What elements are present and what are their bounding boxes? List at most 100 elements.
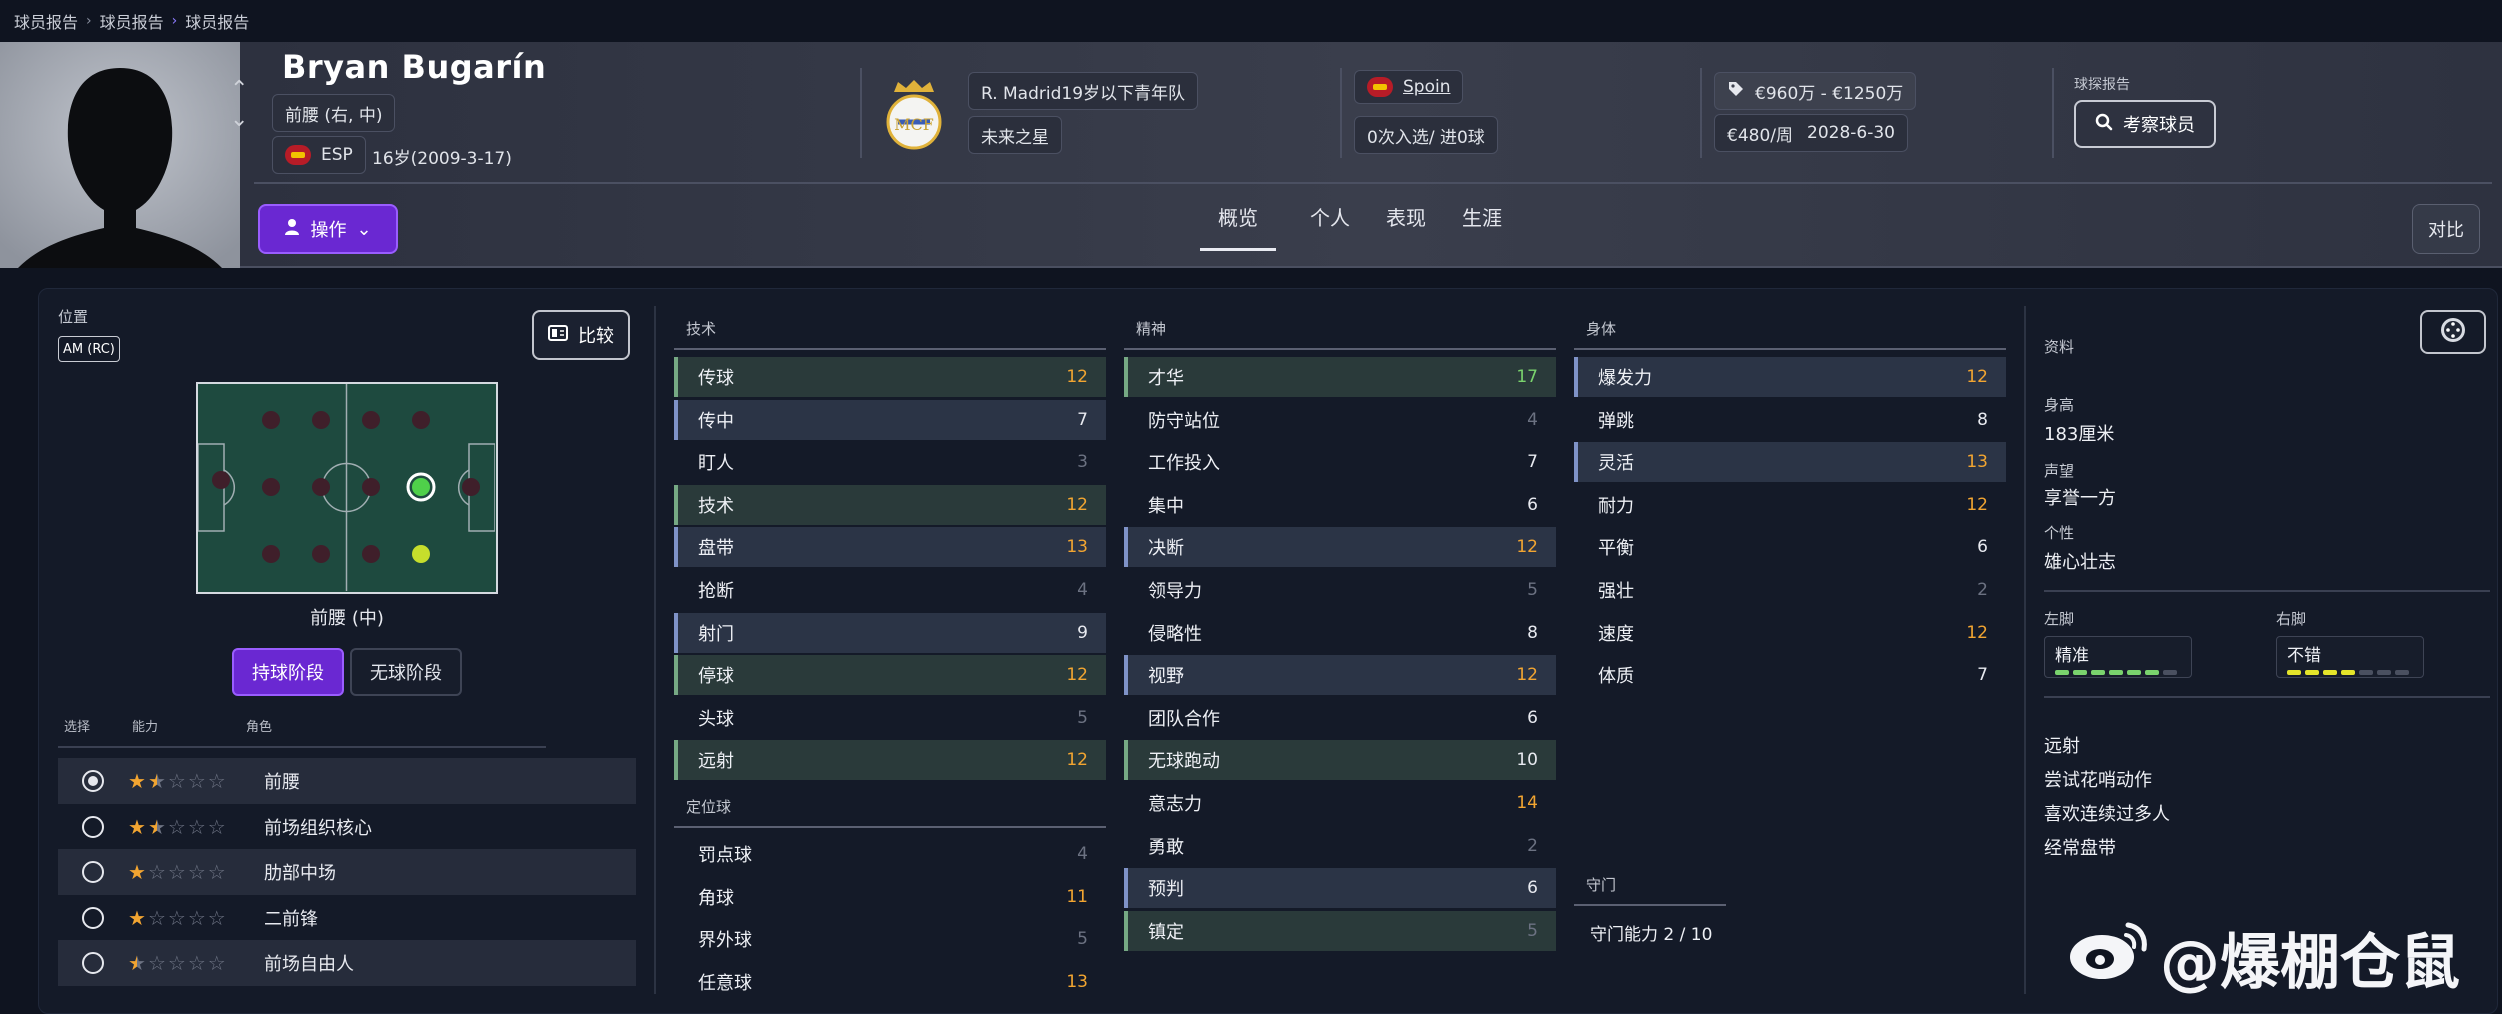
attribute-name: 远射 xyxy=(698,751,734,773)
club-chip[interactable]: R. Madrid19岁以下青年队 xyxy=(968,72,1199,110)
attribute-row[interactable]: 勇敢 2 xyxy=(1124,826,1556,866)
attribute-value: 6 xyxy=(1527,707,1538,728)
star-icon: ★ xyxy=(128,860,146,884)
action-button[interactable]: 操作 ⌄ xyxy=(258,204,398,254)
scout-button[interactable]: 考察球员 xyxy=(2074,100,2216,148)
breadcrumb-item[interactable]: 球员报告 xyxy=(185,9,249,33)
role-compare-button[interactable]: 比较 xyxy=(532,310,630,360)
meter-segment xyxy=(2091,670,2105,675)
chevron-down-icon: ⌄ xyxy=(356,218,372,240)
star-icon: ☆ xyxy=(167,860,186,884)
attribute-value: 10 xyxy=(1516,750,1538,771)
breadcrumb-item[interactable]: 球员报告 xyxy=(100,9,164,33)
trait-item: 远射 xyxy=(2044,736,2080,757)
role-radio[interactable] xyxy=(82,770,104,792)
attribute-value: 4 xyxy=(1077,844,1088,864)
attribute-row[interactable]: 头球 5 xyxy=(674,698,1106,738)
attribute-row[interactable]: 无球跑动 10 xyxy=(1124,740,1556,781)
attribute-row[interactable]: 耐力 12 xyxy=(1574,485,2006,525)
player-age: 16岁(2009-3-17) xyxy=(372,149,512,169)
tab-personal[interactable]: 个人 xyxy=(1308,196,1352,251)
attribute-row[interactable]: 速度 12 xyxy=(1574,613,2006,653)
club-badge-icon[interactable]: MCF xyxy=(884,78,944,156)
attribute-row[interactable]: 灵活 13 xyxy=(1574,442,2006,483)
role-row[interactable]: ★ ★ ☆ ☆ ☆ 前场组织核心 xyxy=(58,804,636,850)
attribute-row[interactable]: 角球 11 xyxy=(674,877,1106,917)
attribute-row[interactable]: 决断 12 xyxy=(1124,527,1556,568)
star-icon: ☆ xyxy=(167,814,186,839)
attribute-row[interactable]: 预判 6 xyxy=(1124,868,1556,909)
nation-link[interactable]: Spoin xyxy=(1403,77,1450,97)
price-tag-icon xyxy=(1727,80,1745,103)
wage-chip: €480/周 2028-6-30 xyxy=(1714,114,1908,152)
attribute-row[interactable]: 团队合作 6 xyxy=(1124,698,1556,738)
attribute-row[interactable]: 才华 17 xyxy=(1124,357,1556,397)
attribute-name: 盘带 xyxy=(698,538,734,560)
nation-link-chip[interactable]: Spoin xyxy=(1354,70,1464,104)
role-row[interactable]: ★ ★ ☆ ☆ ☆ 前腰 xyxy=(58,758,636,804)
attribute-row[interactable]: 罚点球 4 xyxy=(674,834,1106,874)
role-radio[interactable] xyxy=(82,815,104,838)
tab-performance[interactable]: 表现 xyxy=(1384,196,1428,251)
attribute-row[interactable]: 镇定 5 xyxy=(1124,910,1556,951)
attribute-row[interactable]: 领导力 5 xyxy=(1124,570,1556,610)
attribute-row[interactable]: 远射 12 xyxy=(674,740,1106,781)
attribute-row[interactable]: 传中 7 xyxy=(674,399,1106,440)
attribute-value: 12 xyxy=(1066,367,1088,387)
attribute-name: 弹跳 xyxy=(1598,410,1634,432)
attribute-row[interactable]: 停球 12 xyxy=(674,655,1106,696)
attribute-value: 6 xyxy=(1527,878,1538,899)
tab-overview[interactable]: 概览 xyxy=(1200,196,1276,251)
tab-career[interactable]: 生涯 xyxy=(1460,196,1504,251)
role-row[interactable]: ★ ☆ ☆ ☆ ☆ 二前锋 xyxy=(58,895,636,941)
attribute-row[interactable]: 射门 9 xyxy=(674,612,1106,653)
in-possession-toggle[interactable]: 持球阶段 xyxy=(232,648,344,696)
role-radio[interactable] xyxy=(82,952,104,974)
star-icon: ☆ xyxy=(187,905,206,930)
star-icon: ☆ xyxy=(167,769,186,793)
role-row[interactable]: ★ ☆ ☆ ☆ ☆ 前场自由人 xyxy=(58,940,636,986)
star-icon: ☆ xyxy=(167,905,186,930)
attribute-row[interactable]: 工作投入 7 xyxy=(1124,442,1556,482)
attribute-row[interactable]: 任意球 13 xyxy=(674,962,1106,1002)
attribute-row[interactable]: 平衡 6 xyxy=(1574,527,2006,567)
attribute-row[interactable]: 爆发力 12 xyxy=(1574,357,2006,397)
out-possession-toggle[interactable]: 无球阶段 xyxy=(350,648,462,696)
attribute-row[interactable]: 抢断 4 xyxy=(674,570,1106,610)
col-header-ability: 能力 xyxy=(132,720,159,735)
attribute-name: 侵略性 xyxy=(1148,623,1202,645)
attribute-row[interactable]: 盯人 3 xyxy=(674,442,1106,482)
attribute-row[interactable]: 意志力 14 xyxy=(1124,783,1556,823)
chevron-up-icon[interactable]: ⌃ xyxy=(230,79,250,101)
setpiece-title: 定位球 xyxy=(686,798,732,816)
attribute-value: 12 xyxy=(1966,494,1988,515)
attribute-value: 12 xyxy=(1516,537,1538,558)
attribute-row[interactable]: 防守站位 4 xyxy=(1124,400,1556,440)
breadcrumb-item[interactable]: 球员报告 xyxy=(14,9,78,33)
chevron-down-icon[interactable]: ⌄ xyxy=(230,109,250,131)
compare-button[interactable]: 对比 xyxy=(2412,204,2480,254)
role-radio[interactable] xyxy=(82,861,104,883)
attribute-row[interactable]: 视野 12 xyxy=(1124,655,1556,696)
trait-item: 尝试花哨动作 xyxy=(2044,770,2152,791)
role-radio[interactable] xyxy=(82,906,104,929)
role-row[interactable]: ★ ☆ ☆ ☆ ☆ 肋部中场 xyxy=(58,849,636,895)
nation-chip[interactable]: ESP xyxy=(272,136,366,174)
attribute-row[interactable]: 弹跳 8 xyxy=(1574,400,2006,440)
attribute-row[interactable]: 界外球 5 xyxy=(674,919,1106,959)
formation-button[interactable] xyxy=(2420,310,2486,354)
attribute-row[interactable]: 侵略性 8 xyxy=(1124,613,1556,653)
header-divider xyxy=(2052,68,2054,158)
attribute-row[interactable]: 集中 6 xyxy=(1124,485,1556,525)
caps-chip: 0次入选/ 进0球 xyxy=(1354,116,1498,154)
attribute-name: 防守站位 xyxy=(1148,410,1220,432)
chevron-right-icon: › xyxy=(86,13,92,29)
attribute-row[interactable]: 技术 12 xyxy=(674,484,1106,525)
attribute-row[interactable]: 传球 12 xyxy=(674,357,1106,397)
right-foot-meter xyxy=(2287,670,2413,675)
star-icon: ★ xyxy=(128,769,146,793)
attribute-row[interactable]: 强壮 2 xyxy=(1574,570,2006,610)
attribute-row[interactable]: 盘带 13 xyxy=(674,527,1106,568)
attribute-row[interactable]: 体质 7 xyxy=(1574,655,2006,695)
technical-list: 传球 12 传中 7 盯人 3 技术 12 盘带 13 抢断 4 射门 9 停球 12 头球 5 远射 12 xyxy=(674,357,1106,783)
